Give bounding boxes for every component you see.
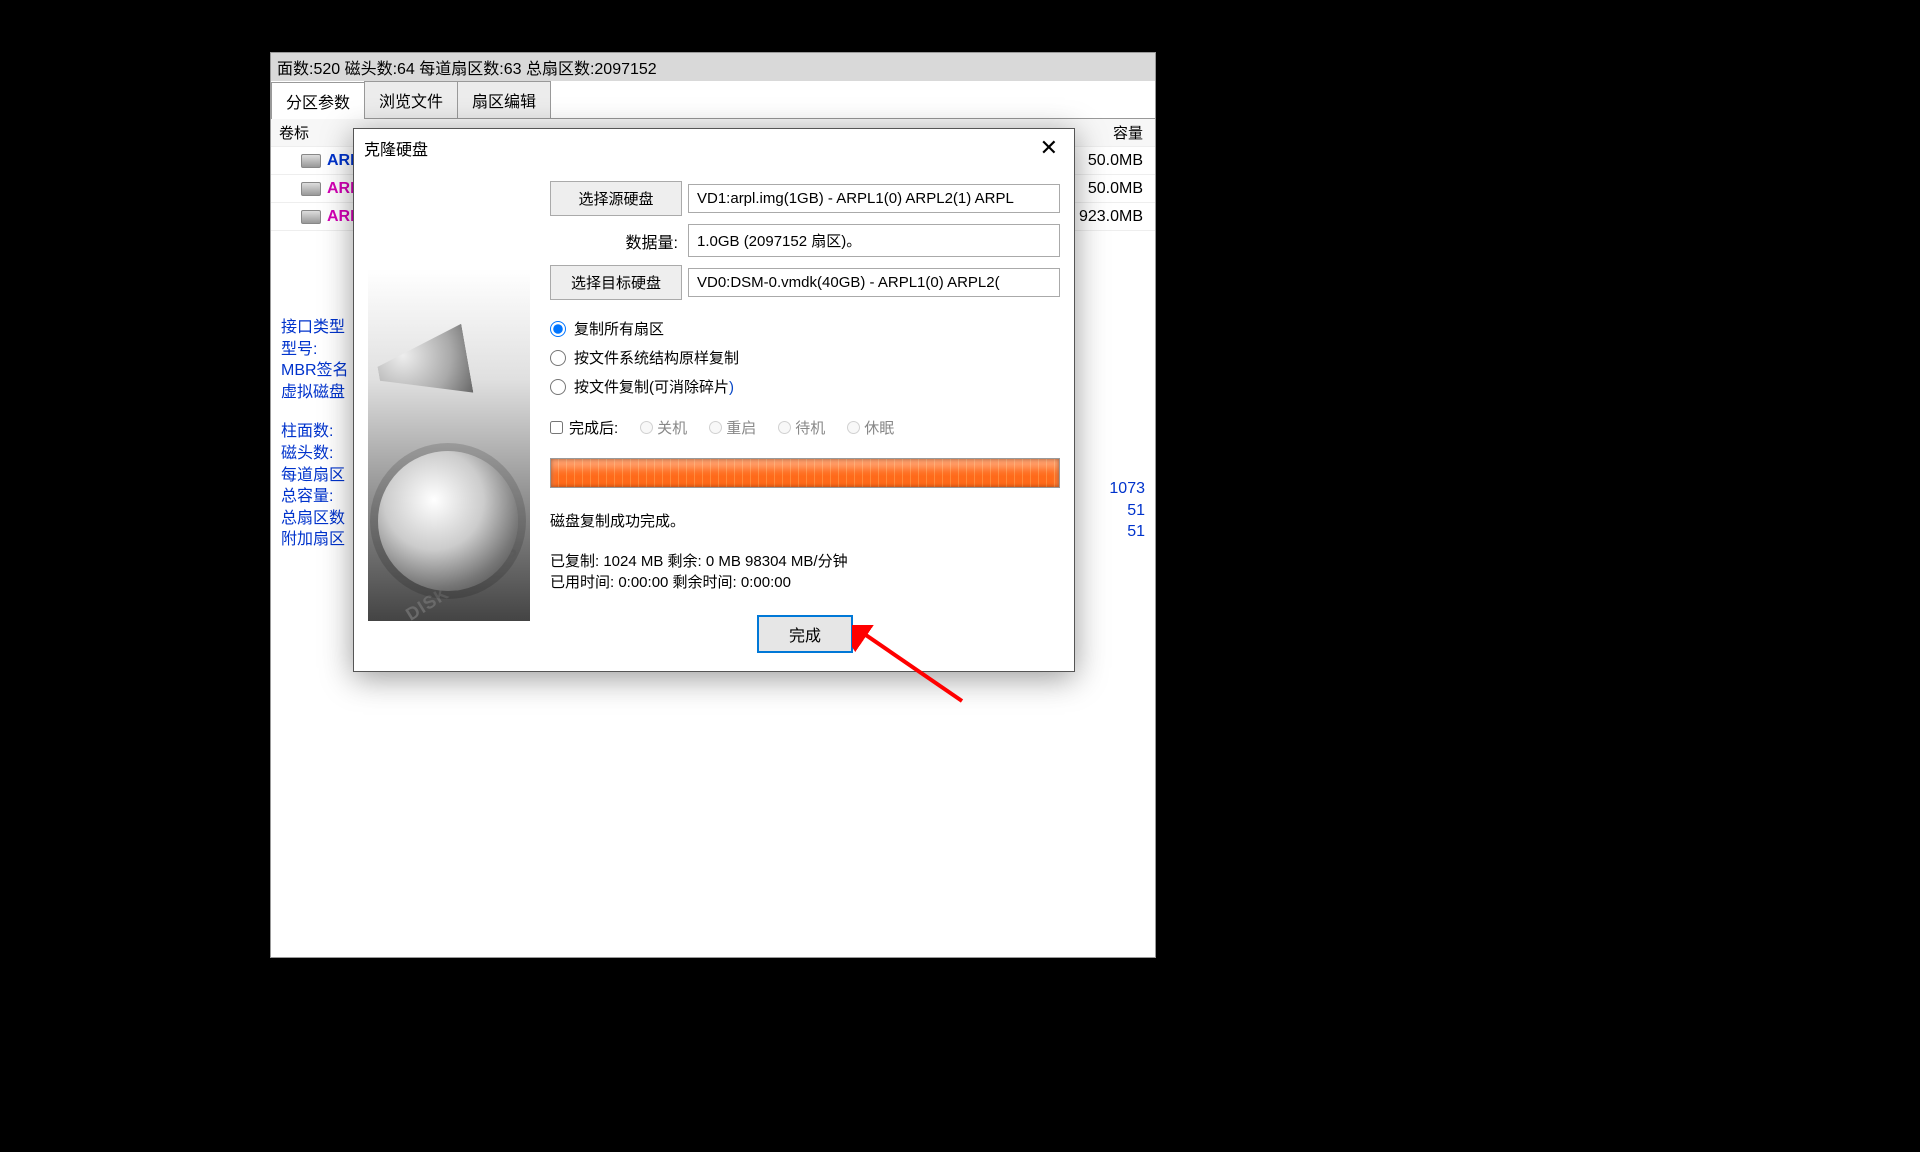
disk-icon xyxy=(301,210,321,224)
data-amount-label: 数据量: xyxy=(550,229,682,253)
source-disk-field: VD1:arpl.img(1GB) - ARPL1(0) ARPL2(1) AR… xyxy=(688,184,1060,213)
radio-input[interactable] xyxy=(550,379,566,395)
disk-icon xyxy=(301,182,321,196)
select-source-disk-button[interactable]: 选择源硬盘 xyxy=(550,181,682,216)
disk-illustration: DISK GENIUS xyxy=(368,181,530,621)
disk-geometry-bar: 面数:520 磁头数:64 每道扇区数:63 总扇区数:2097152 xyxy=(271,53,1155,81)
after-reboot[interactable]: 重启 xyxy=(709,417,756,438)
status-message: 磁盘复制成功完成。 xyxy=(550,510,1060,531)
finish-button[interactable]: 完成 xyxy=(757,615,853,653)
radio-input[interactable] xyxy=(550,350,566,366)
progress-bar xyxy=(550,458,1060,488)
after-complete-row: 完成后: 关机 重启 待机 休眠 xyxy=(550,417,1060,438)
copy-mode-fs-structure[interactable]: 按文件系统结构原样复制 xyxy=(550,347,1060,368)
copy-stats: 已复制: 1024 MB 剩余: 0 MB 98304 MB/分钟 已用时间: … xyxy=(550,551,1060,593)
checkbox-input[interactable] xyxy=(550,421,563,434)
copy-mode-group: 复制所有扇区 按文件系统结构原样复制 按文件复制(可消除碎片) xyxy=(550,318,1060,397)
clone-disk-dialog: 克隆硬盘 ✕ DISK GENIUS 选择源硬盘 VD1:arpl.img(1G… xyxy=(353,128,1075,672)
copy-mode-all-sectors[interactable]: 复制所有扇区 xyxy=(550,318,1060,339)
dialog-title: 克隆硬盘 xyxy=(364,136,428,160)
data-amount-field: 1.0GB (2097152 扇区)。 xyxy=(688,224,1060,257)
after-complete-checkbox[interactable]: 完成后: xyxy=(550,417,618,438)
disk-info-values: 1073 51 51 xyxy=(1109,478,1145,543)
tab-sector-edit[interactable]: 扇区编辑 xyxy=(457,81,551,118)
tab-bar: 分区参数 浏览文件 扇区编辑 xyxy=(271,81,1155,119)
radio-input[interactable] xyxy=(550,321,566,337)
after-hibernate[interactable]: 休眠 xyxy=(847,417,894,438)
after-standby[interactable]: 待机 xyxy=(778,417,825,438)
after-shutdown[interactable]: 关机 xyxy=(640,417,687,438)
brand-label: DISK GENIUS xyxy=(402,540,522,621)
close-icon[interactable]: ✕ xyxy=(1034,135,1064,161)
target-disk-field: VD0:DSM-0.vmdk(40GB) - ARPL1(0) ARPL2( xyxy=(688,268,1060,297)
tab-browse-files[interactable]: 浏览文件 xyxy=(364,81,458,118)
copy-mode-by-file[interactable]: 按文件复制(可消除碎片) xyxy=(550,376,1060,397)
tab-partition-params[interactable]: 分区参数 xyxy=(271,82,365,119)
select-target-disk-button[interactable]: 选择目标硬盘 xyxy=(550,265,682,300)
disk-icon xyxy=(301,154,321,168)
